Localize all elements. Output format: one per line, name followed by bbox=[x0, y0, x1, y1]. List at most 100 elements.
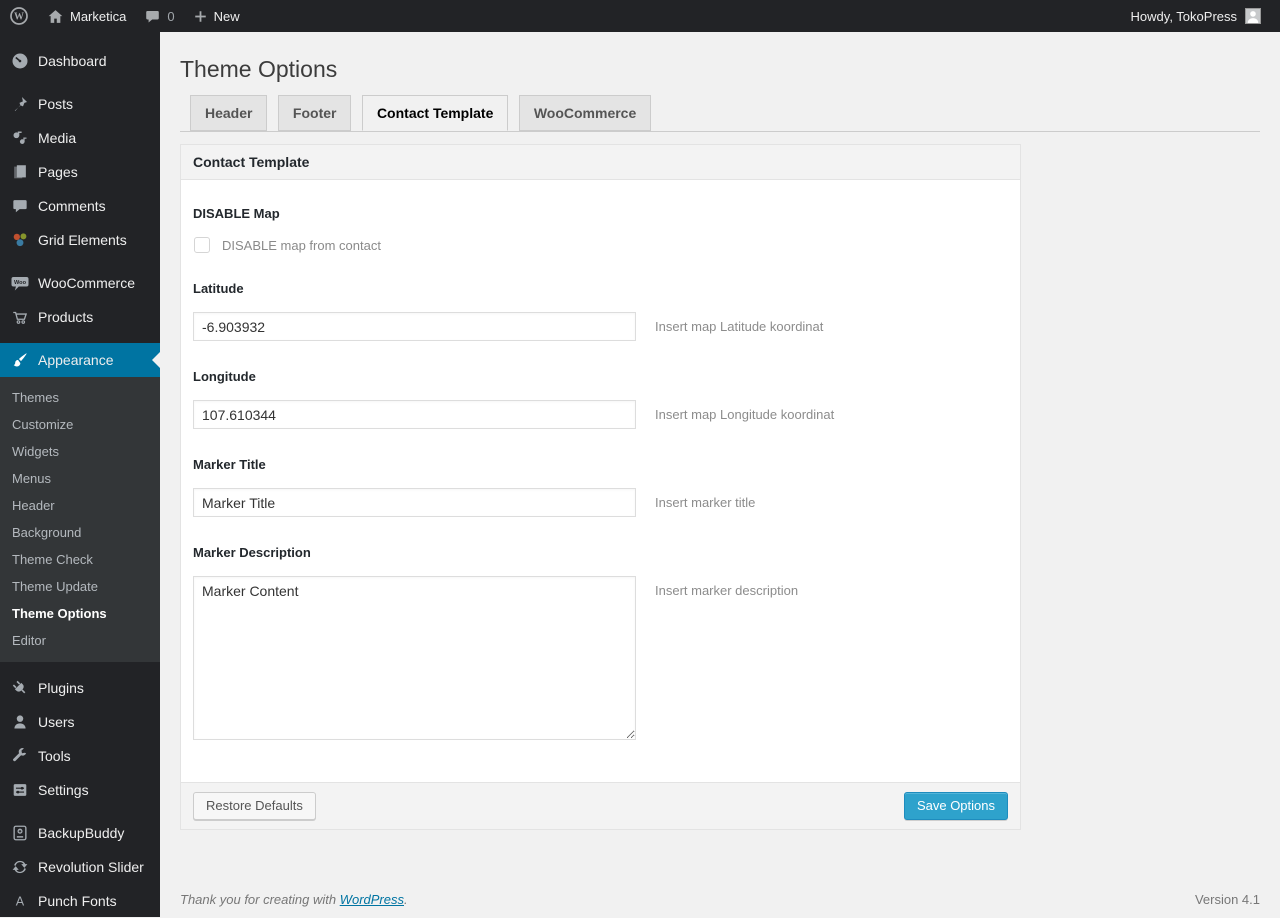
sidebar-item-pages[interactable]: Pages bbox=[0, 155, 160, 189]
howdy-text: Howdy, TokoPress bbox=[1130, 8, 1237, 24]
my-account-menu[interactable]: Howdy, TokoPress bbox=[1122, 0, 1270, 32]
pages-icon bbox=[10, 162, 30, 182]
comments-shortcut[interactable]: 0 bbox=[135, 0, 183, 32]
admin-footer: Thank you for creating with WordPress. V… bbox=[180, 892, 1260, 907]
svg-text:W: W bbox=[14, 12, 24, 23]
menu-separator bbox=[0, 807, 160, 816]
disable-map-label: DISABLE Map bbox=[193, 206, 280, 221]
menu-separator bbox=[0, 334, 160, 343]
panel-body: DISABLE Map DISABLE map from contact Lat… bbox=[181, 180, 1020, 782]
tab-contact-template[interactable]: Contact Template bbox=[361, 95, 509, 131]
tab-header[interactable]: Header bbox=[190, 95, 268, 131]
main-content: Theme Options Header Footer Contact Temp… bbox=[160, 32, 1280, 917]
field-marker-description: Marker Description Marker Content Insert… bbox=[193, 545, 1008, 740]
footer-thanks: Thank you for creating with WordPress. bbox=[180, 892, 408, 907]
woocommerce-icon: Woo bbox=[10, 273, 30, 293]
plus-icon bbox=[193, 9, 208, 24]
admin-sidebar: Dashboard Posts Media Pages Comments Gri… bbox=[0, 32, 160, 917]
disable-map-checkbox[interactable] bbox=[194, 237, 210, 253]
sidebar-item-comments[interactable]: Comments bbox=[0, 189, 160, 223]
field-disable-map: DISABLE Map DISABLE map from contact bbox=[193, 206, 1008, 253]
brush-icon bbox=[10, 350, 30, 370]
font-icon: A bbox=[10, 891, 30, 911]
marker-description-textarea[interactable]: Marker Content bbox=[193, 576, 636, 740]
latitude-label: Latitude bbox=[193, 281, 244, 296]
site-name-link[interactable]: Marketica bbox=[38, 0, 135, 32]
comment-count: 0 bbox=[167, 8, 175, 24]
sidebar-item-products[interactable]: Products bbox=[0, 300, 160, 334]
menu-separator bbox=[0, 662, 160, 671]
submenu-item-header[interactable]: Header bbox=[0, 492, 160, 519]
svg-text:A: A bbox=[16, 895, 25, 909]
wordpress-logo-menu[interactable]: W bbox=[0, 0, 38, 32]
restore-defaults-button[interactable]: Restore Defaults bbox=[193, 792, 316, 820]
disable-map-checkbox-label[interactable]: DISABLE map from contact bbox=[222, 238, 381, 253]
footer-period: . bbox=[404, 892, 408, 907]
plugin-icon bbox=[10, 678, 30, 698]
sidebar-item-grid-elements[interactable]: Grid Elements bbox=[0, 223, 160, 257]
field-latitude: Latitude Insert map Latitude koordinat bbox=[193, 281, 1008, 341]
site-name: Marketica bbox=[70, 8, 127, 24]
marker-description-label: Marker Description bbox=[193, 545, 311, 560]
avatar bbox=[1245, 8, 1261, 24]
media-icon bbox=[10, 128, 30, 148]
marker-title-help: Insert marker title bbox=[655, 495, 756, 510]
sidebar-item-users[interactable]: Users bbox=[0, 705, 160, 739]
comment-bubble-icon bbox=[144, 8, 161, 25]
grid-elements-icon bbox=[10, 230, 30, 250]
submenu-item-widgets[interactable]: Widgets bbox=[0, 438, 160, 465]
sidebar-item-punch-fonts[interactable]: A Punch Fonts bbox=[0, 884, 160, 918]
contact-template-panel: Contact Template DISABLE Map DISABLE map… bbox=[180, 144, 1021, 830]
sidebar-item-plugins[interactable]: Plugins bbox=[0, 671, 160, 705]
appearance-submenu: Themes Customize Widgets Menus Header Ba… bbox=[0, 377, 160, 662]
marker-title-input[interactable] bbox=[193, 488, 636, 517]
user-icon bbox=[10, 712, 30, 732]
sidebar-item-settings[interactable]: Settings bbox=[0, 773, 160, 807]
menu-separator bbox=[0, 78, 160, 87]
submenu-item-theme-options[interactable]: Theme Options bbox=[0, 600, 160, 627]
panel-title: Contact Template bbox=[181, 145, 1020, 180]
footer-thanks-text: Thank you for creating with bbox=[180, 892, 340, 907]
wordpress-logo-icon: W bbox=[9, 6, 29, 26]
submenu-item-themes[interactable]: Themes bbox=[0, 384, 160, 411]
marker-title-label: Marker Title bbox=[193, 457, 266, 472]
panel-footer: Restore Defaults Save Options bbox=[181, 782, 1020, 829]
sidebar-item-tools[interactable]: Tools bbox=[0, 739, 160, 773]
submenu-item-theme-check[interactable]: Theme Check bbox=[0, 546, 160, 573]
submenu-item-menus[interactable]: Menus bbox=[0, 465, 160, 492]
submenu-item-editor[interactable]: Editor bbox=[0, 627, 160, 654]
dashboard-icon bbox=[10, 51, 30, 71]
settings-icon bbox=[10, 780, 30, 800]
new-label: New bbox=[213, 8, 240, 24]
submenu-item-customize[interactable]: Customize bbox=[0, 411, 160, 438]
pushpin-icon bbox=[10, 94, 30, 114]
sidebar-item-posts[interactable]: Posts bbox=[0, 87, 160, 121]
save-options-button[interactable]: Save Options bbox=[903, 792, 1008, 820]
wrench-icon bbox=[10, 746, 30, 766]
submenu-item-background[interactable]: Background bbox=[0, 519, 160, 546]
tab-footer[interactable]: Footer bbox=[277, 95, 352, 131]
tab-woocommerce[interactable]: WooCommerce bbox=[518, 95, 652, 131]
sidebar-item-dashboard[interactable]: Dashboard bbox=[0, 44, 160, 78]
longitude-label: Longitude bbox=[193, 369, 256, 384]
longitude-help: Insert map Longitude koordinat bbox=[655, 407, 835, 422]
sidebar-item-appearance[interactable]: Appearance bbox=[0, 343, 160, 377]
longitude-input[interactable] bbox=[193, 400, 636, 429]
comment-icon bbox=[10, 196, 30, 216]
latitude-input[interactable] bbox=[193, 312, 636, 341]
submenu-item-theme-update[interactable]: Theme Update bbox=[0, 573, 160, 600]
cart-icon bbox=[10, 307, 30, 327]
sidebar-item-revolution-slider[interactable]: Revolution Slider bbox=[0, 850, 160, 884]
sidebar-item-backupbuddy[interactable]: BackupBuddy bbox=[0, 816, 160, 850]
sidebar-item-media[interactable]: Media bbox=[0, 121, 160, 155]
marker-description-help: Insert marker description bbox=[655, 583, 799, 598]
page-title: Theme Options bbox=[180, 56, 338, 82]
home-icon bbox=[47, 8, 64, 25]
backup-icon bbox=[10, 823, 30, 843]
latitude-help: Insert map Latitude koordinat bbox=[655, 319, 824, 334]
new-content-menu[interactable]: New bbox=[184, 0, 249, 32]
field-marker-title: Marker Title Insert marker title bbox=[193, 457, 1008, 517]
refresh-icon bbox=[10, 857, 30, 877]
wordpress-link[interactable]: WordPress bbox=[340, 892, 404, 907]
sidebar-item-woocommerce[interactable]: Woo WooCommerce bbox=[0, 266, 160, 300]
